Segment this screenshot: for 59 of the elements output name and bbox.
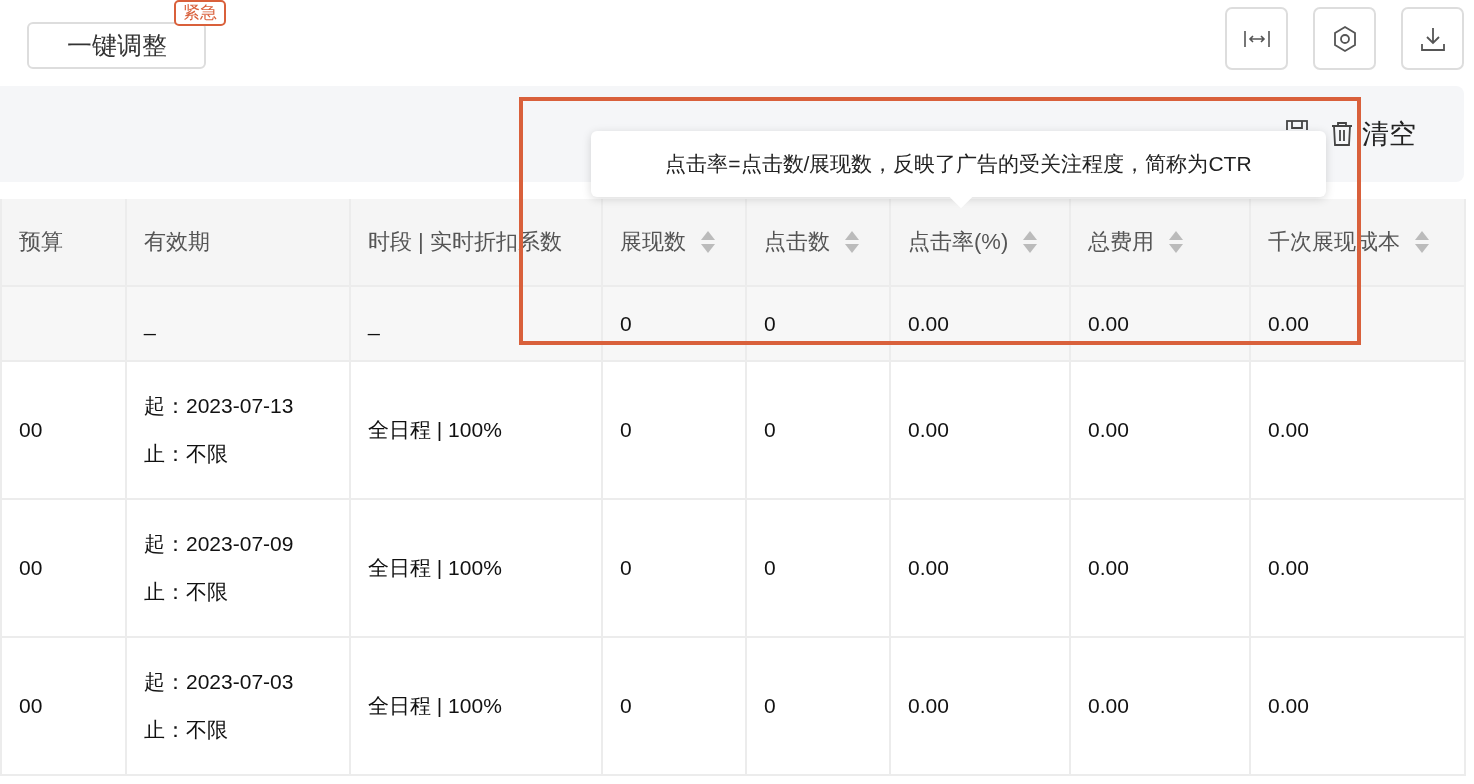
table-cell: 0.00: [1250, 361, 1465, 499]
table-cell: _: [126, 286, 350, 361]
validity-line: 止：不限: [144, 441, 229, 467]
column-label: 展现数: [620, 228, 686, 256]
table-cell: 0.00: [890, 637, 1070, 775]
table-cell: 0: [746, 499, 890, 637]
table-cell: 0.00: [1250, 286, 1465, 361]
table-cell: 0: [746, 361, 890, 499]
sort-icon[interactable]: [700, 230, 716, 254]
one-click-adjust-button[interactable]: 一键调整: [27, 22, 206, 69]
table-cell: 0.00: [1070, 286, 1250, 361]
column-header[interactable]: 点击率(%): [890, 199, 1070, 286]
table-cell: 0.00: [1070, 637, 1250, 775]
validity-line: 起：2023-07-03: [144, 669, 295, 695]
download-icon: [1419, 25, 1446, 52]
table-cell: 0.00: [890, 361, 1070, 499]
sort-icon[interactable]: [1414, 230, 1430, 254]
sort-icon[interactable]: [844, 230, 860, 254]
column-label: 点击率(%): [908, 228, 1009, 256]
validity-line: 起：2023-07-09: [144, 531, 295, 557]
clear-button[interactable]: 清空: [1330, 116, 1416, 152]
table-cell: 0: [602, 499, 746, 637]
table-cell: 全日程 | 100%: [350, 361, 602, 499]
fit-width-icon: [1243, 29, 1270, 48]
table-cell: 00: [1, 637, 126, 775]
table-cell: 0.00: [890, 286, 1070, 361]
table-cell: 全日程 | 100%: [350, 637, 602, 775]
column-header[interactable]: 点击数: [746, 199, 890, 286]
sort-icon[interactable]: [1168, 230, 1184, 254]
table-cell: 0.00: [1250, 637, 1465, 775]
column-header[interactable]: 展现数: [602, 199, 746, 286]
column-header: 预算: [1, 199, 126, 286]
table-cell: 0.00: [1070, 361, 1250, 499]
validity-line: 起：2023-07-13: [144, 393, 295, 419]
settings-icon: [1331, 24, 1358, 53]
column-header[interactable]: 总费用: [1070, 199, 1250, 286]
trash-icon: [1330, 121, 1354, 147]
table-cell: 0: [602, 637, 746, 775]
download-button[interactable]: [1401, 7, 1464, 70]
sort-icon[interactable]: [1022, 230, 1039, 254]
urgent-badge: 紧急: [174, 0, 226, 26]
table-cell: 全日程 | 100%: [350, 499, 602, 637]
table-cell: 00: [1, 361, 126, 499]
settings-button[interactable]: [1313, 7, 1376, 70]
validity-line: 止：不限: [144, 579, 229, 605]
fit-width-button[interactable]: [1225, 7, 1288, 70]
table-cell: 0: [746, 637, 890, 775]
table-cell: 0.00: [1250, 499, 1465, 637]
table-cell: 0.00: [890, 499, 1070, 637]
validity-line: 止：不限: [144, 717, 229, 743]
column-label: 总费用: [1088, 228, 1154, 256]
table-cell: 0: [746, 286, 890, 361]
table-cell: _: [350, 286, 602, 361]
column-label: 点击数: [764, 228, 830, 256]
table-cell: 00: [1, 499, 126, 637]
column-header: 有效期: [126, 199, 350, 286]
table-cell: 0: [602, 286, 746, 361]
table-cell: 0: [602, 361, 746, 499]
table-cell: 0.00: [1070, 499, 1250, 637]
